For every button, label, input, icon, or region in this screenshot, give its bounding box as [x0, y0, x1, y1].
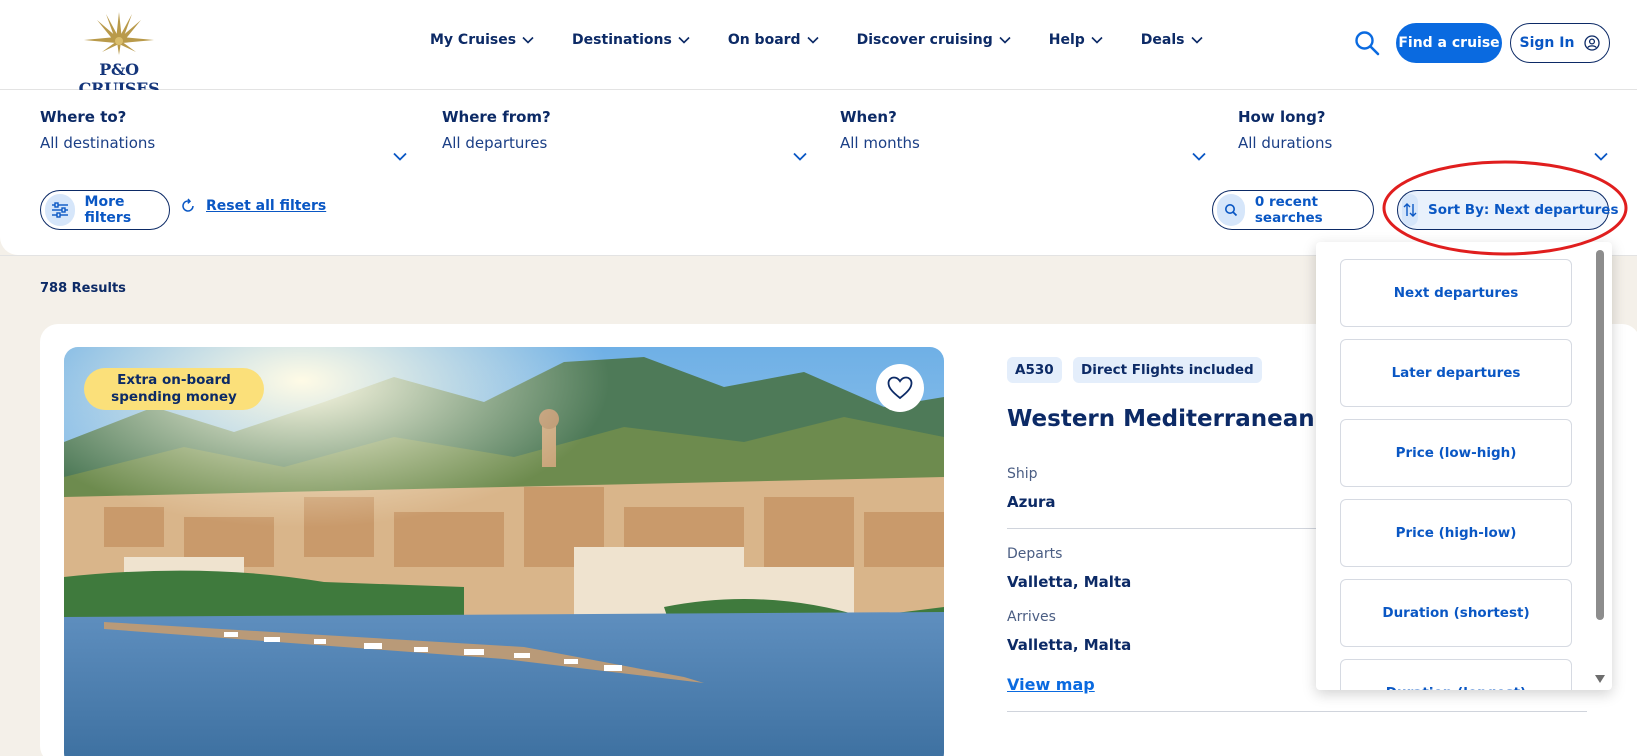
filter-label: Where to?: [40, 108, 127, 126]
nav-label: Discover cruising: [856, 32, 993, 48]
divider: [1007, 711, 1587, 712]
chevron-down-icon: [793, 152, 807, 161]
sign-in-label: Sign In: [1519, 35, 1575, 51]
arrives-label: Arrives: [1007, 609, 1056, 625]
cruise-code-tag: A530: [1007, 357, 1062, 383]
cruise-title[interactable]: Western Mediterranean Fly: [1007, 406, 1361, 432]
reset-all-filters-link[interactable]: Reset all filters: [180, 198, 326, 214]
results-count: 788 Results: [40, 281, 126, 296]
filter-label: How long?: [1238, 108, 1326, 126]
sign-in-button[interactable]: Sign In: [1510, 23, 1610, 63]
user-icon: [1584, 35, 1601, 51]
nav-discover-cruising[interactable]: Discover cruising: [857, 32, 1011, 48]
filter-where-to[interactable]: Where to? All destinations: [40, 108, 410, 161]
chevron-down-icon: [1192, 152, 1206, 161]
nav-label: Destinations: [572, 32, 672, 48]
po-cruises-logo[interactable]: P&O CRUISES: [64, 10, 174, 98]
sunburst-logo-icon: [84, 12, 154, 55]
main-nav: My Cruises Destinations On board Discove…: [430, 32, 1241, 48]
departs-label: Departs: [1007, 546, 1063, 562]
sort-option-price-low-high[interactable]: Price (low-high): [1340, 419, 1572, 487]
scroll-down-arrow-icon[interactable]: [1594, 674, 1606, 684]
nav-deals[interactable]: Deals: [1141, 32, 1203, 48]
sort-option-later-departures[interactable]: Later departures: [1340, 339, 1572, 407]
sort-dropdown-menu: Next departures Later departures Price (…: [1316, 242, 1612, 690]
search-icon[interactable]: [1354, 30, 1380, 56]
more-filters-button[interactable]: More filters: [40, 190, 170, 230]
chevron-down-icon: [393, 152, 407, 161]
filter-where-from[interactable]: Where from? All departures: [442, 108, 812, 161]
sort-option-next-departures[interactable]: Next departures: [1340, 259, 1572, 327]
view-map-link[interactable]: View map: [1007, 675, 1095, 694]
promo-badge: Extra on-board spending money: [84, 368, 264, 410]
nav-label: Help: [1048, 32, 1085, 48]
reset-label: Reset all filters: [206, 198, 327, 214]
recent-searches-button[interactable]: 0 recent searches: [1212, 190, 1374, 230]
direct-flights-tag: Direct Flights included: [1073, 357, 1262, 383]
sort-option-duration-longest[interactable]: Duration (longest): [1340, 659, 1572, 690]
search-icon: [1217, 194, 1245, 226]
arrives-value: Valletta, Malta: [1007, 636, 1132, 654]
filter-label: Where from?: [442, 108, 551, 126]
ship-label: Ship: [1007, 466, 1038, 482]
chevron-down-icon: [1190, 36, 1203, 44]
filter-label: When?: [840, 108, 897, 126]
chevron-down-icon: [522, 36, 534, 44]
chevron-down-icon: [807, 36, 819, 44]
sort-option-duration-shortest[interactable]: Duration (shortest): [1340, 579, 1572, 647]
nav-label: My Cruises: [430, 32, 517, 48]
highlight-annotation: [1382, 160, 1628, 256]
ship-value: Azura: [1007, 493, 1056, 511]
recent-searches-label: 0 recent searches: [1254, 194, 1323, 226]
nav-label: Deals: [1140, 32, 1185, 48]
refresh-icon: [182, 198, 194, 212]
nav-on-board[interactable]: On board: [728, 32, 819, 48]
heart-icon: [887, 376, 913, 400]
filter-value: All months: [840, 134, 920, 152]
sort-option-price-high-low[interactable]: Price (high-low): [1340, 499, 1572, 567]
filter-value: All departures: [442, 134, 548, 152]
filter-how-long[interactable]: How long? All durations: [1238, 108, 1613, 161]
filter-when[interactable]: When? All months: [840, 108, 1210, 161]
filter-value: All destinations: [40, 134, 156, 152]
filter-value: All durations: [1238, 134, 1333, 152]
nav-my-cruises[interactable]: My Cruises: [430, 32, 534, 48]
sliders-icon: [45, 194, 75, 226]
nav-help[interactable]: Help: [1049, 32, 1103, 48]
chevron-down-icon: [1091, 36, 1103, 44]
nav-destinations[interactable]: Destinations: [572, 32, 690, 48]
menu-scrollbar[interactable]: [1596, 250, 1604, 620]
favourite-button[interactable]: [876, 364, 924, 412]
departs-value: Valletta, Malta: [1007, 573, 1132, 591]
chevron-down-icon: [999, 36, 1011, 44]
nav-label: On board: [727, 32, 801, 48]
chevron-down-icon: [678, 36, 690, 44]
site-header: P&O CRUISES My Cruises Destinations On b…: [0, 0, 1637, 98]
find-a-cruise-button[interactable]: Find a cruise: [1396, 23, 1502, 63]
more-filters-label: More filters: [84, 194, 132, 226]
